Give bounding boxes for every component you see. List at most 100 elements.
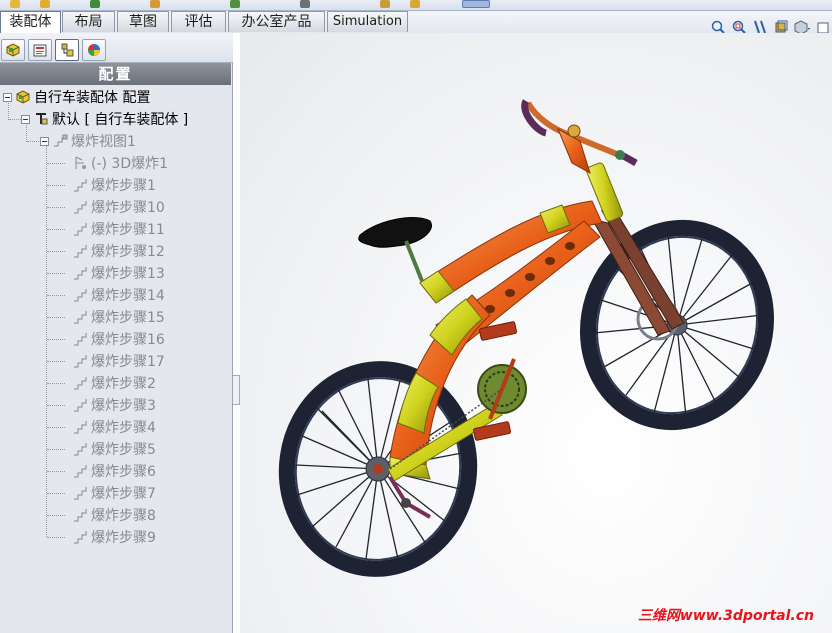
toolbar-button-undo[interactable] (230, 0, 240, 8)
tree-item-assembly-configs[interactable]: 自行车装配体 配置 (3, 87, 150, 107)
explode-step-icon (72, 353, 88, 369)
explode-step-icon (72, 441, 88, 457)
explode-step-icon (72, 243, 88, 259)
bike-seat[interactable] (358, 217, 432, 282)
tree-item-explode-step[interactable]: 爆炸步骤14 (72, 285, 165, 305)
tree-label: 爆炸步骤5 (91, 442, 156, 458)
tab-simulation[interactable]: Simulation (327, 11, 408, 32)
tree-label: 爆炸步骤7 (91, 486, 156, 502)
tree-label: 爆炸步骤15 (91, 310, 165, 326)
tree-label: 自行车装配体 配置 (34, 90, 151, 106)
tree-item-explode-step[interactable]: 爆炸步骤3 (72, 395, 156, 415)
pane-splitter-handle[interactable] (233, 375, 240, 405)
tree-item-explode-step[interactable]: 爆炸步骤17 (72, 351, 165, 371)
tree-item-explode-step[interactable]: 爆炸步骤8 (72, 505, 156, 525)
tree-item-explode-step[interactable]: 爆炸步骤10 (72, 197, 165, 217)
toolbar-button-open[interactable] (40, 0, 50, 8)
property-manager-tab[interactable] (28, 39, 52, 61)
left-pane: 配置 自行车装配体 配置 默认 [自行车装配体] 爆炸视图1 (-) 3D爆… (0, 33, 233, 633)
explode-step-icon (72, 331, 88, 347)
tree-label: (-) 3D爆炸1 (91, 156, 169, 172)
tree-item-explode-step[interactable]: 爆炸步骤1 (72, 175, 156, 195)
tree-item-explode-view[interactable]: 爆炸视图1 (40, 131, 136, 151)
tree-item-explode-step[interactable]: 爆炸步骤11 (72, 219, 165, 239)
tree-item-explode-step[interactable]: 爆炸步骤16 (72, 329, 165, 349)
tree-label: 爆炸步骤13 (91, 266, 165, 282)
collapse-toggle[interactable] (3, 92, 12, 102)
tree-item-explode-step[interactable]: 爆炸步骤6 (72, 461, 156, 481)
explode-step-icon (72, 309, 88, 325)
tree-label: 默认 [ 自行车装配体 ] (52, 112, 189, 128)
graphics-area[interactable]: 三维网www.3dportal.cn (240, 33, 832, 633)
explode-step-icon (72, 287, 88, 303)
explode-step-icon (72, 507, 88, 523)
3d-explode-icon (72, 155, 88, 171)
tab-sketch[interactable]: 草图 (117, 11, 169, 32)
explode-step-icon (72, 199, 88, 215)
display-manager-icon (88, 44, 100, 56)
explode-view-icon (52, 133, 68, 149)
bicycle-assembly-model[interactable] (240, 33, 832, 633)
main-toolbar (0, 0, 832, 11)
feature-manager-tab[interactable] (1, 39, 25, 61)
tree-label: 爆炸步骤12 (91, 244, 165, 260)
tree-label: 爆炸步骤10 (91, 200, 165, 216)
handlebar[interactable] (521, 99, 638, 175)
toolbar-button-rebuild[interactable] (380, 0, 390, 8)
tree-label: 爆炸步骤3 (91, 398, 156, 414)
tab-layout[interactable]: 布局 (62, 11, 115, 32)
tree-label: 爆炸步骤2 (91, 376, 156, 392)
tree-item-explode-step[interactable]: 爆炸步骤12 (72, 241, 165, 261)
pane-title: 配置 (0, 63, 231, 85)
solidworks-window: 装配体 布局 草图 评估 办公室产品 Simulation 配置 自行车装配体 … (0, 0, 832, 633)
collapse-toggle[interactable] (40, 136, 49, 146)
rear-wheel[interactable] (274, 357, 482, 580)
configuration-icon (33, 111, 49, 127)
tree-label: 爆炸步骤8 (91, 508, 156, 524)
tab-office-products[interactable]: 办公室产品 (228, 11, 325, 32)
tree-item-3d-explode[interactable]: (-) 3D爆炸1 (72, 153, 168, 173)
explode-step-icon (72, 265, 88, 281)
tab-evaluate[interactable]: 评估 (171, 11, 226, 32)
tree-item-default-config[interactable]: 默认 [ 自行车装配体 ] (21, 109, 188, 129)
property-manager-icon (33, 44, 47, 57)
explode-step-icon (72, 177, 88, 193)
tree-item-explode-step[interactable]: 爆炸步骤9 (72, 527, 156, 547)
assembly-icon (15, 89, 31, 105)
toolbar-button-help[interactable] (462, 0, 490, 8)
explode-step-icon (72, 463, 88, 479)
tree-label: 爆炸步骤11 (91, 222, 165, 238)
collapse-toggle[interactable] (21, 114, 30, 124)
tree-item-explode-step[interactable]: 爆炸步骤5 (72, 439, 156, 459)
tree-label: 爆炸步骤9 (91, 530, 156, 546)
tree-label: 爆炸步骤6 (91, 464, 156, 480)
manager-tabs (0, 33, 233, 63)
command-manager-tabs: 装配体 布局 草图 评估 办公室产品 Simulation (0, 11, 832, 33)
toolbar-button-options[interactable] (410, 0, 420, 8)
configuration-tree: 自行车装配体 配置 默认 [ 自行车装配体 ] 爆炸视图1 (-) 3D爆炸1 … (0, 87, 231, 633)
bike-frame[interactable] (387, 200, 603, 482)
tree-label: 爆炸步骤1 (91, 178, 156, 194)
toolbar-button-print[interactable] (150, 0, 160, 8)
toolbar-button-save[interactable] (90, 0, 100, 8)
configuration-manager-tab[interactable] (55, 39, 79, 61)
tree-item-explode-step[interactable]: 爆炸步骤4 (72, 417, 156, 437)
tree-label: 爆炸视图1 (71, 134, 136, 150)
explode-step-icon (72, 375, 88, 391)
explode-step-icon (72, 221, 88, 237)
configuration-manager-icon (61, 43, 74, 57)
tree-item-explode-step[interactable]: 爆炸步骤2 (72, 373, 156, 393)
tab-assembly[interactable]: 装配体 (0, 11, 61, 33)
explode-step-icon (72, 397, 88, 413)
tree-item-explode-step[interactable]: 爆炸步骤15 (72, 307, 165, 327)
tree-label: 爆炸步骤4 (91, 420, 156, 436)
toolbar-button-select[interactable] (300, 0, 310, 8)
tree-label: 爆炸步骤17 (91, 354, 165, 370)
display-manager-tab[interactable] (82, 39, 106, 61)
tree-label: 爆炸步骤16 (91, 332, 165, 348)
tree-item-explode-step[interactable]: 爆炸步骤13 (72, 263, 165, 283)
toolbar-button-new[interactable] (10, 0, 20, 8)
tree-item-explode-step[interactable]: 爆炸步骤7 (72, 483, 156, 503)
explode-step-icon (72, 419, 88, 435)
explode-step-icon (72, 529, 88, 545)
